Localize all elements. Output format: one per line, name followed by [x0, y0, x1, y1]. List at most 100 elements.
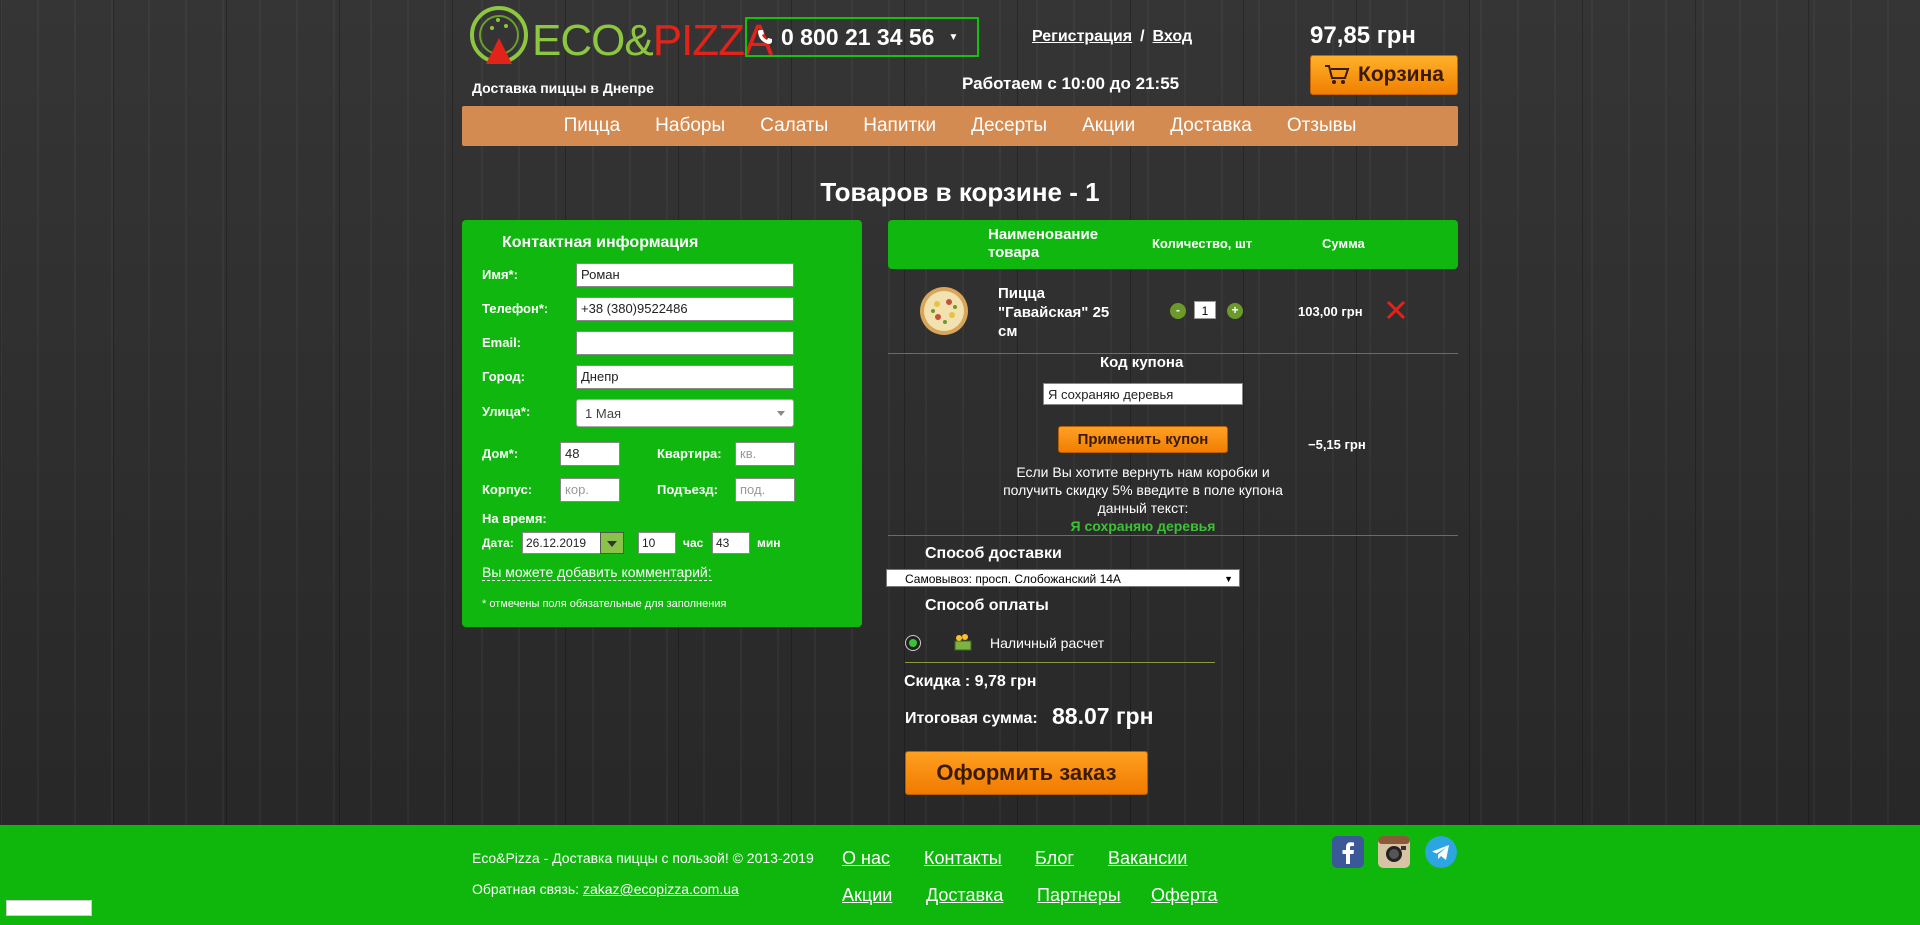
working-hours: Работаем с 10:00 до 21:55	[962, 74, 1180, 93]
quantity-increase-button[interactable]: +	[1227, 303, 1243, 319]
phone-number: 0 800 21 34 56	[781, 23, 935, 50]
tagline: Доставка пиццы в Днепре	[472, 80, 654, 96]
house-label: Дом*:	[482, 446, 519, 461]
city-input[interactable]: Днепр	[576, 365, 794, 389]
payment-cash-radio[interactable]	[905, 635, 921, 651]
logo-mark-icon	[470, 6, 528, 64]
delivery-title: Способ доставки	[925, 545, 1062, 562]
nav-item-pizza[interactable]: Пицца	[564, 115, 621, 137]
total-label: Итоговая сумма:	[905, 710, 1038, 727]
nav-item-desserts[interactable]: Десерты	[971, 115, 1047, 137]
apartment-input[interactable]: кв.	[735, 442, 795, 466]
page-title: Товаров в корзине - 1	[820, 177, 1100, 207]
footer-link-promos[interactable]: Акции	[842, 885, 892, 906]
divider	[888, 535, 1458, 536]
delivery-select[interactable]: Самовывоз: просп. Слобожанский 14А ▼	[886, 569, 1240, 587]
cart-button[interactable]: Корзина	[1310, 55, 1458, 95]
cart-total: 97,85 грн	[1310, 22, 1416, 49]
footer-link-contacts[interactable]: Контакты	[924, 848, 1002, 869]
cart-icon	[1325, 65, 1350, 84]
pizza-image	[920, 287, 968, 335]
nav-item-delivery[interactable]: Доставка	[1170, 115, 1252, 137]
main-nav: Пицца Наборы Салаты Напитки Десерты Акци…	[462, 106, 1458, 146]
email-label: Email:	[482, 335, 522, 350]
footer-link-about[interactable]: О нас	[842, 848, 890, 869]
table-row: Пицца "Гавайская" 25 см - 1 + 103,00 грн	[888, 276, 1458, 354]
quantity-input[interactable]: 1	[1194, 301, 1216, 319]
date-label: Дата:	[482, 536, 514, 550]
column-quantity: Количество, шт	[1152, 236, 1253, 251]
telegram-icon[interactable]	[1425, 836, 1457, 868]
discount-text: Скидка : 9,78 грн	[904, 673, 1037, 690]
footer-link-delivery[interactable]: Доставка	[926, 885, 1003, 906]
delivery-value: Самовывоз: просп. Слобожанский 14А	[905, 572, 1121, 586]
place-order-button[interactable]: Оформить заказ	[905, 751, 1148, 795]
column-sum: Сумма	[1322, 236, 1365, 251]
date-picker-button[interactable]	[600, 532, 624, 554]
facebook-icon[interactable]	[1332, 836, 1364, 868]
login-link[interactable]: Вход	[1153, 28, 1193, 45]
nav-item-promos[interactable]: Акции	[1082, 115, 1135, 137]
chevron-down-icon: ▼	[1224, 574, 1233, 584]
nav-item-drinks[interactable]: Напитки	[863, 115, 936, 137]
name-input[interactable]: Роман	[576, 263, 794, 287]
footer-link-offer[interactable]: Оферта	[1151, 885, 1218, 906]
nav-item-reviews[interactable]: Отзывы	[1287, 115, 1357, 137]
auth-links: Регистрация / Вход	[1032, 28, 1193, 45]
coupon-title: Код купона	[1100, 354, 1184, 371]
phone-input[interactable]: +38 (380)9522486	[576, 297, 794, 321]
item-name: Пицца "Гавайская" 25 см	[998, 285, 1110, 340]
footer-link-vacancies[interactable]: Вакансии	[1108, 848, 1187, 869]
time-label: На время:	[482, 511, 547, 526]
delete-icon[interactable]	[1386, 300, 1406, 320]
apply-coupon-button[interactable]: Применить купон	[1058, 426, 1228, 453]
coupon-discount: −5,15 грн	[1308, 437, 1366, 452]
street-value: 1 Мая	[585, 406, 622, 421]
column-name: Наименование товара	[988, 226, 1099, 261]
cart-table-header: Наименование товара Количество, шт Сумма	[888, 220, 1458, 269]
instagram-icon[interactable]	[1378, 836, 1410, 868]
nav-item-salads[interactable]: Салаты	[760, 115, 828, 137]
chevron-down-icon: ▼	[948, 31, 959, 43]
coupon-input[interactable]: Я сохраняю деревья	[1043, 383, 1243, 405]
date-input[interactable]: 26.12.2019	[522, 532, 602, 554]
entrance-input[interactable]: под.	[735, 478, 795, 502]
chevron-down-icon	[777, 411, 785, 416]
footer-link-partners[interactable]: Партнеры	[1037, 885, 1121, 906]
counter-widget[interactable]	[6, 900, 92, 916]
hour-unit: час	[683, 536, 704, 550]
feedback-email-link[interactable]: zakaz@ecopizza.com.ua	[583, 881, 739, 897]
nav-item-sets[interactable]: Наборы	[655, 115, 725, 137]
email-input[interactable]	[576, 331, 794, 355]
coupon-hint-text: Если Вы хотите вернуть нам коробки и пол…	[1003, 464, 1283, 516]
contact-title: Контактная информация	[502, 234, 699, 251]
logo-text: ECO&PIZZA	[532, 16, 773, 65]
house-input[interactable]: 48	[560, 442, 620, 466]
phone-label: Телефон*:	[482, 301, 549, 316]
divider	[905, 662, 1215, 663]
phone-icon	[758, 30, 772, 44]
hour-input[interactable]: 10	[638, 532, 676, 554]
logo[interactable]: ECO&PIZZA	[468, 4, 773, 72]
minute-input[interactable]: 43	[712, 532, 750, 554]
footer-feedback: Обратная связь: zakaz@ecopizza.com.ua	[472, 881, 739, 897]
item-sum: 103,00 грн	[1298, 304, 1363, 319]
add-comment-link[interactable]: Вы можете добавить комментарий:	[482, 564, 712, 581]
coupon-hint: Если Вы хотите вернуть нам коробки и пол…	[995, 463, 1291, 535]
cart-button-label: Корзина	[1358, 63, 1444, 86]
payment-cash-label: Наличный расчет	[990, 635, 1105, 651]
building-input[interactable]: кор.	[560, 478, 620, 502]
total-value: 88.07 грн	[1052, 703, 1154, 729]
register-link[interactable]: Регистрация	[1032, 28, 1132, 45]
street-select[interactable]: 1 Мая	[576, 399, 794, 427]
footer-link-blog[interactable]: Блог	[1035, 848, 1074, 869]
feedback-label: Обратная связь:	[472, 881, 580, 897]
required-note: * отмечены поля обязательные для заполне…	[482, 598, 727, 610]
phone-dropdown[interactable]: 0 800 21 34 56 ▼	[745, 17, 979, 57]
minute-unit: мин	[757, 536, 781, 550]
footer: Eco&Pizza - Доставка пиццы с пользой! © …	[0, 825, 1920, 925]
apartment-label: Квартира:	[657, 446, 722, 461]
coupon-hint-code: Я сохраняю деревья	[1070, 518, 1216, 534]
cash-icon	[954, 634, 972, 651]
quantity-decrease-button[interactable]: -	[1170, 303, 1186, 319]
